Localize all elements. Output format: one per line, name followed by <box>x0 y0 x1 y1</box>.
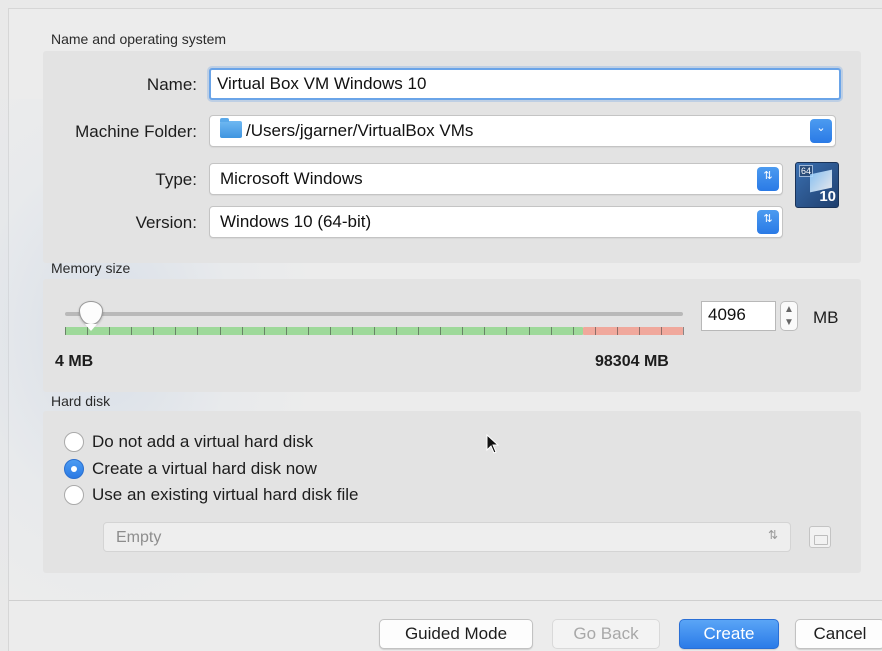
scale-tick <box>352 327 353 335</box>
machine-folder-value: /Users/jgarner/VirtualBox VMs <box>246 121 474 140</box>
machine-folder-label: Machine Folder: <box>75 122 197 141</box>
memory-max-label: 98304 MB <box>595 353 669 370</box>
scale-tick <box>330 327 331 335</box>
scale-tick <box>617 327 618 335</box>
scale-tick <box>639 327 640 335</box>
updown-arrows-icon: ⇅ <box>757 167 779 191</box>
radio-create-disk[interactable]: Create a virtual hard disk now <box>64 459 317 479</box>
scale-tick <box>595 327 596 335</box>
mouse-cursor-icon <box>486 434 500 454</box>
go-back-button[interactable]: Go Back <box>552 619 660 649</box>
scale-tick <box>264 327 265 335</box>
scale-tick <box>462 327 463 335</box>
scale-tick <box>175 327 176 335</box>
windows-10-64-icon: 64 10 <box>795 162 839 208</box>
version-value: Windows 10 (64-bit) <box>220 212 372 231</box>
version-select[interactable]: Windows 10 (64-bit) ⇅ <box>209 206 783 238</box>
choose-disk-file-icon <box>809 526 831 548</box>
section-label-name-os: Name and operating system <box>51 31 227 47</box>
guided-mode-button[interactable]: Guided Mode <box>379 619 533 649</box>
memory-slider-track[interactable] <box>65 312 683 316</box>
scale-tick <box>242 327 243 335</box>
radio-button[interactable] <box>64 432 84 452</box>
name-input[interactable]: Virtual Box VM Windows 10 <box>209 68 841 100</box>
os-badge-10: 10 <box>819 188 836 205</box>
scale-tick <box>131 327 132 335</box>
radio-existing-disk[interactable]: Use an existing virtual hard disk file <box>64 485 358 505</box>
folder-icon <box>220 118 242 138</box>
scale-tick <box>220 327 221 335</box>
section-label-memory: Memory size <box>51 260 131 276</box>
scale-tick <box>396 327 397 335</box>
machine-folder-select[interactable]: /Users/jgarner/VirtualBox VMs ⌄ <box>209 115 836 147</box>
memory-scale-unsafe <box>583 327 683 335</box>
existing-disk-value: Empty <box>116 529 162 546</box>
radio-label: Do not add a virtual hard disk <box>92 432 314 451</box>
scale-tick <box>529 327 530 335</box>
memory-group <box>43 279 861 392</box>
type-label: Type: <box>155 170 197 189</box>
create-button[interactable]: Create <box>679 619 779 649</box>
radio-label: Use an existing virtual hard disk file <box>92 485 359 504</box>
scale-tick <box>661 327 662 335</box>
type-select[interactable]: Microsoft Windows ⇅ <box>209 163 783 195</box>
scale-tick <box>65 327 66 335</box>
memory-min-label: 4 MB <box>55 353 94 370</box>
create-vm-dialog: Name and operating system Name: Virtual … <box>0 8 882 651</box>
scale-tick <box>286 327 287 335</box>
button-bar: Guided Mode Go Back Create Cancel <box>9 600 882 651</box>
updown-arrows-icon: ⇅ <box>767 528 778 542</box>
scale-tick <box>440 327 441 335</box>
scale-tick <box>374 327 375 335</box>
chevron-down-icon: ⌄ <box>810 119 832 143</box>
memory-stepper[interactable]: ▲ ▼ <box>780 301 798 331</box>
memory-size-input[interactable]: 4096 <box>701 301 776 331</box>
radio-label: Create a virtual hard disk now <box>92 459 317 478</box>
scale-tick <box>506 327 507 335</box>
scale-tick <box>484 327 485 335</box>
name-label: Name: <box>146 75 197 94</box>
version-label: Version: <box>135 213 197 232</box>
section-label-hard-disk: Hard disk <box>51 393 111 409</box>
scale-tick <box>418 327 419 335</box>
radio-button[interactable] <box>64 485 84 505</box>
existing-disk-select: Empty ⇅ <box>103 522 791 552</box>
updown-arrows-icon: ⇅ <box>757 210 779 234</box>
radio-no-disk[interactable]: Do not add a virtual hard disk <box>64 432 313 452</box>
scale-tick <box>197 327 198 335</box>
scale-tick <box>153 327 154 335</box>
scale-tick <box>308 327 309 335</box>
cancel-button[interactable]: Cancel <box>795 619 882 649</box>
scale-tick <box>573 327 574 335</box>
scale-tick <box>683 327 684 335</box>
radio-button[interactable] <box>64 459 84 479</box>
type-value: Microsoft Windows <box>220 169 363 188</box>
scale-tick <box>551 327 552 335</box>
memory-unit-label: MB <box>813 308 839 327</box>
scale-tick <box>109 327 110 335</box>
